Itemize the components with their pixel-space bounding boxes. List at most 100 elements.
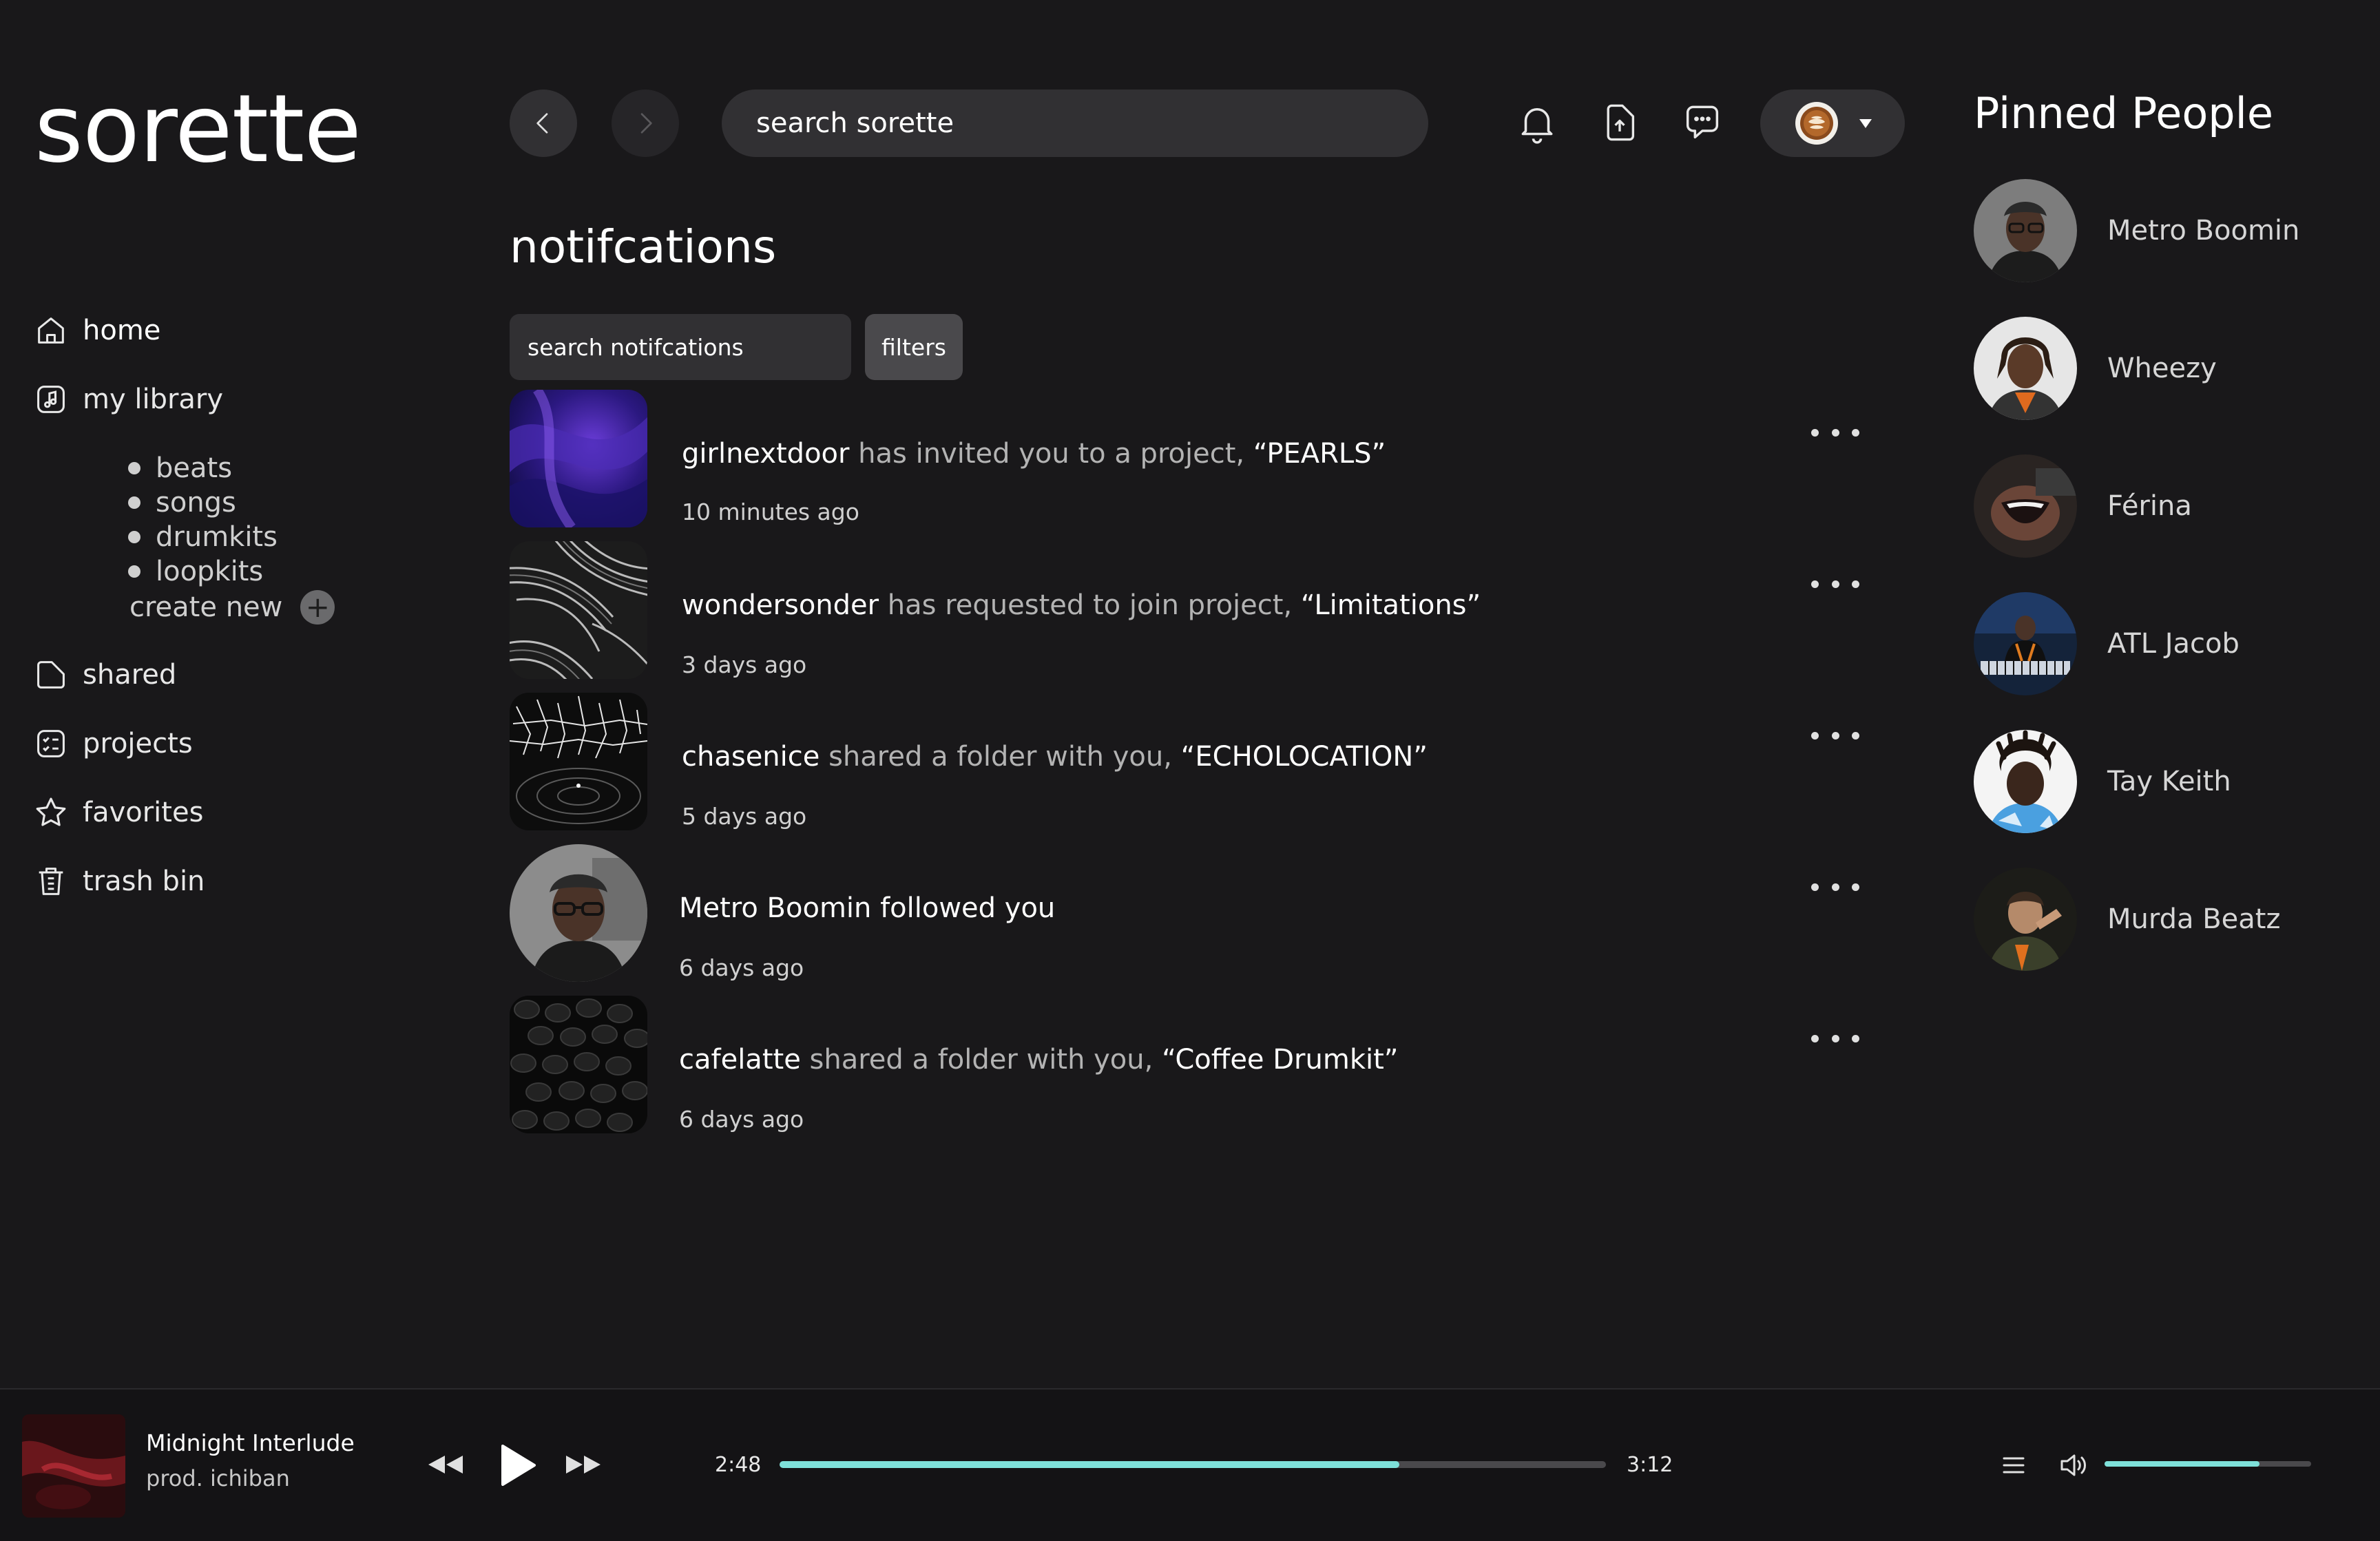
- sidebar-item-favorites[interactable]: favorites: [32, 790, 203, 835]
- dot-icon: [1852, 731, 1859, 740]
- pinned-people-title: Pinned People: [1974, 88, 2274, 138]
- more-options-button[interactable]: [1811, 570, 1859, 598]
- avatar: [1974, 592, 2077, 695]
- volume-fill: [2105, 1461, 2259, 1467]
- notifications-button[interactable]: [1511, 96, 1563, 149]
- back-button[interactable]: [510, 90, 577, 157]
- notification-target[interactable]: “Coffee Drumkit”: [1162, 1044, 1398, 1076]
- user-avatar[interactable]: [510, 844, 647, 982]
- dot-icon: [1831, 731, 1839, 740]
- pinned-person[interactable]: ATL Jacob: [1974, 591, 2332, 696]
- project-thumbnail: [510, 693, 647, 830]
- album-art[interactable]: [22, 1414, 125, 1518]
- sidebar-item-label: projects: [83, 728, 193, 759]
- library-sub-loopkits[interactable]: loopkits: [128, 554, 278, 589]
- more-options-button[interactable]: [1811, 419, 1859, 446]
- pinned-person-name: Férina: [2107, 490, 2192, 522]
- folder-icon: [32, 656, 70, 694]
- forward-button[interactable]: [612, 90, 679, 157]
- notification-item[interactable]: Metro Boomin followed you 6 days ago: [510, 844, 1859, 982]
- notification-time: 6 days ago: [679, 1106, 804, 1133]
- page-title: notifcations: [510, 220, 777, 273]
- more-options-button[interactable]: [1811, 722, 1859, 749]
- notification-time: 3 days ago: [682, 651, 807, 678]
- create-new-label: create new: [129, 591, 283, 623]
- upload-button[interactable]: [1594, 96, 1646, 149]
- trash-icon: [32, 862, 70, 901]
- play-button[interactable]: [496, 1443, 540, 1487]
- pinned-person-name: Metro Boomin: [2107, 215, 2300, 247]
- pinned-person-name: ATL Jacob: [2107, 628, 2240, 660]
- notification-item[interactable]: chasenice shared a folder with you, “ECH…: [510, 693, 1859, 830]
- notification-user[interactable]: cafelatte: [679, 1044, 801, 1076]
- volume-button[interactable]: [2058, 1449, 2091, 1482]
- home-icon: [32, 311, 70, 350]
- notification-item[interactable]: girlnextdoor has invited you to a projec…: [510, 390, 1859, 527]
- elapsed-time: 2:48: [715, 1453, 762, 1477]
- music-player-bar: Midnight Interlude prod. ichiban 2:48 3:…: [0, 1388, 2380, 1541]
- queue-button[interactable]: [1998, 1450, 2029, 1480]
- global-search-input[interactable]: search sorette: [722, 90, 1428, 157]
- progress-bar[interactable]: [780, 1461, 1606, 1468]
- total-duration: 3:12: [1627, 1453, 1673, 1477]
- notification-text: cafelatte shared a folder with you, “Cof…: [679, 1044, 1399, 1076]
- library-sub-drumkits[interactable]: drumkits: [128, 520, 278, 554]
- project-thumbnail: [510, 390, 647, 527]
- bullet-icon: [128, 531, 140, 543]
- upload-icon: [1598, 101, 1641, 144]
- dot-icon: [1831, 1034, 1839, 1042]
- music-note-icon: [32, 380, 70, 419]
- notification-text: chasenice shared a folder with you, “ECH…: [682, 741, 1428, 773]
- notification-action: shared a folder with you,: [800, 1044, 1162, 1076]
- notification-target[interactable]: “ECHOLOCATION”: [1181, 741, 1428, 773]
- star-icon: [32, 793, 70, 832]
- library-sub-label: beats: [156, 452, 233, 484]
- pinned-person[interactable]: Metro Boomin: [1974, 178, 2332, 283]
- sidebar-item-home[interactable]: home: [32, 308, 160, 353]
- notification-search-input[interactable]: search notifcations: [510, 314, 851, 380]
- notification-item[interactable]: cafelatte shared a folder with you, “Cof…: [510, 996, 1859, 1133]
- pinned-person-name: Wheezy: [2107, 353, 2217, 384]
- notification-time: 5 days ago: [682, 803, 807, 830]
- pinned-person[interactable]: Wheezy: [1974, 316, 2332, 421]
- dot-icon: [1811, 731, 1819, 740]
- notification-user[interactable]: girlnextdoor: [682, 438, 849, 470]
- notification-search-placeholder: search notifcations: [528, 333, 744, 361]
- dot-icon: [1852, 428, 1859, 437]
- create-new-button[interactable]: create new +: [129, 589, 335, 626]
- notification-item[interactable]: wondersonder has requested to join proje…: [510, 541, 1859, 679]
- notification-time: 6 days ago: [679, 954, 804, 981]
- library-sub-list: beats songs drumkits loopkits: [128, 451, 278, 589]
- pinned-person[interactable]: Murda Beatz: [1974, 867, 2332, 972]
- project-thumbnail: [510, 541, 647, 679]
- notification-user[interactable]: Metro Boomin followed you: [679, 892, 1055, 924]
- more-options-button[interactable]: [1811, 1025, 1859, 1052]
- play-icon: [499, 1445, 537, 1486]
- pinned-person[interactable]: Férina: [1974, 454, 2332, 558]
- messages-button[interactable]: [1676, 96, 1729, 149]
- library-sub-songs[interactable]: songs: [128, 485, 278, 520]
- pinned-person[interactable]: Tay Keith: [1974, 729, 2332, 834]
- chevron-right-icon: [631, 109, 659, 137]
- filters-button[interactable]: filters: [865, 314, 963, 380]
- rewind-button[interactable]: [423, 1449, 467, 1480]
- notification-target[interactable]: “PEARLS”: [1253, 438, 1386, 470]
- project-thumbnail: [510, 996, 647, 1133]
- track-title[interactable]: Midnight Interlude: [146, 1429, 355, 1456]
- message-icon: [1680, 101, 1724, 145]
- sidebar-item-my-library[interactable]: my library: [32, 377, 223, 421]
- notification-target[interactable]: “Limitations”: [1301, 589, 1481, 621]
- notification-user[interactable]: wondersonder: [682, 589, 879, 621]
- profile-menu-button[interactable]: [1760, 90, 1905, 157]
- sidebar-item-shared[interactable]: shared: [32, 653, 176, 697]
- sidebar-item-projects[interactable]: projects: [32, 722, 193, 766]
- volume-slider[interactable]: [2105, 1461, 2311, 1467]
- notification-text: Metro Boomin followed you: [679, 892, 1055, 924]
- sidebar-item-trash-bin[interactable]: trash bin: [32, 859, 205, 903]
- library-sub-label: loopkits: [156, 556, 264, 587]
- notification-user[interactable]: chasenice: [682, 741, 820, 773]
- track-artist[interactable]: prod. ichiban: [146, 1465, 290, 1491]
- fast-forward-button[interactable]: [562, 1449, 606, 1480]
- more-options-button[interactable]: [1811, 873, 1859, 901]
- library-sub-beats[interactable]: beats: [128, 451, 278, 485]
